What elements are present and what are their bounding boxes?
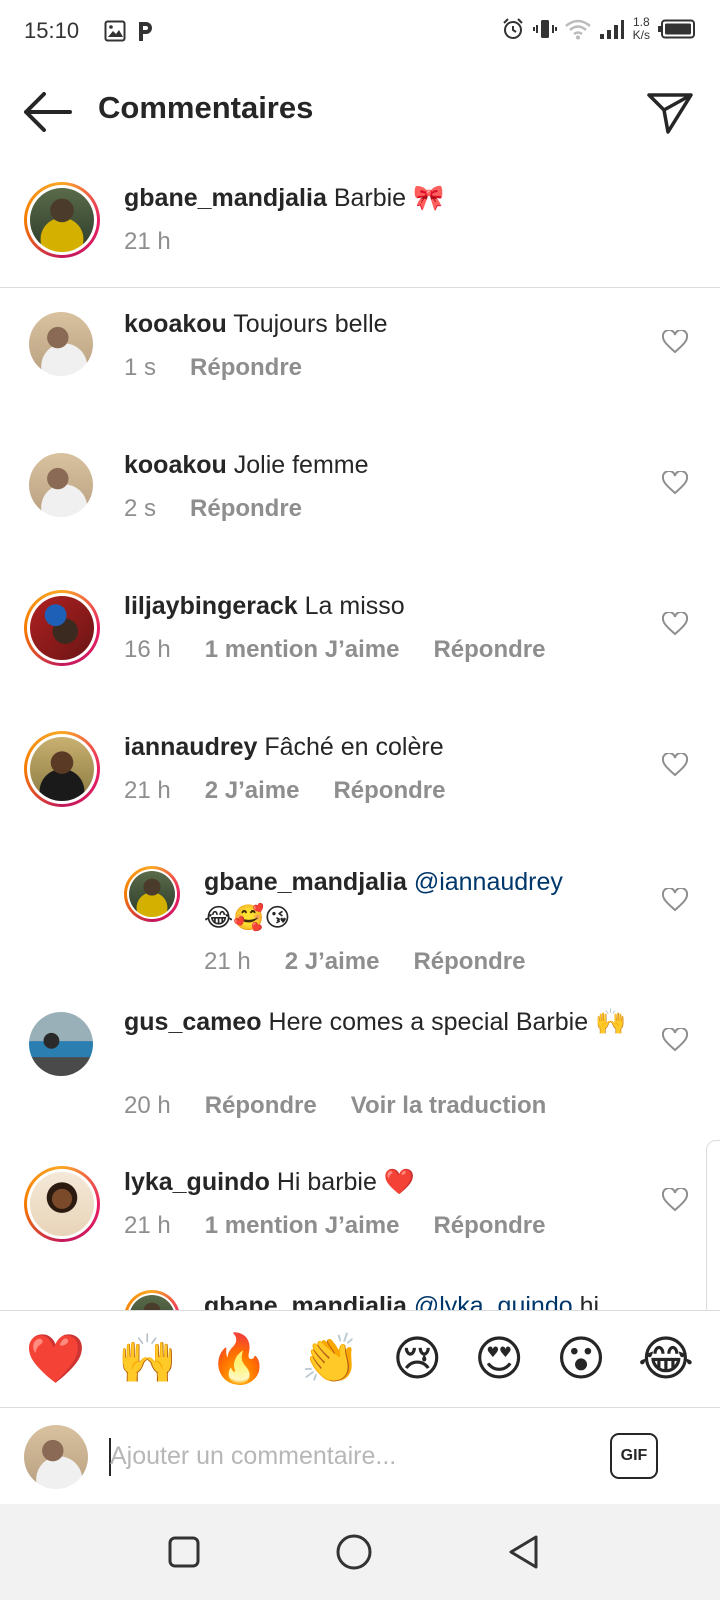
page-title: Commentaires bbox=[98, 90, 314, 125]
comment-username[interactable]: kooakou bbox=[124, 451, 227, 479]
arrow-left-icon[interactable] bbox=[22, 90, 74, 134]
reply-button[interactable]: Répondre bbox=[190, 495, 302, 523]
comment-text: Jolie femme bbox=[233, 451, 369, 479]
image-icon bbox=[104, 20, 126, 42]
emoji-fire-button[interactable]: 🔥 bbox=[209, 1335, 269, 1383]
avatar[interactable] bbox=[24, 731, 100, 807]
emoji-heart-eyes-button[interactable]: 😍 bbox=[474, 1335, 524, 1383]
heart-icon[interactable] bbox=[662, 471, 688, 495]
comment-time: 21 h bbox=[124, 1212, 171, 1239]
comment-text: Hi barbie ❤️ bbox=[276, 1168, 415, 1196]
comment-time: 21 h bbox=[124, 777, 171, 804]
caption-username[interactable]: gbane_mandjalia bbox=[124, 184, 327, 212]
avatar-image bbox=[30, 188, 94, 252]
p-app-icon bbox=[139, 22, 152, 41]
emoji-surprised-button[interactable]: 😮 bbox=[556, 1335, 606, 1383]
comment-time: 21 h bbox=[204, 948, 251, 975]
comment-text: hi bbox=[579, 1292, 600, 1310]
comment-username[interactable]: lyka_guindo bbox=[124, 1168, 270, 1196]
emoji-clap-button[interactable]: 👏 bbox=[301, 1335, 361, 1383]
heart-icon[interactable] bbox=[662, 612, 688, 636]
translate-button[interactable]: Voir la traduction bbox=[351, 1092, 547, 1120]
heart-icon[interactable] bbox=[662, 888, 688, 912]
reply-item: gbane_mandjalia @lyka_guindo hi bbox=[0, 1290, 720, 1310]
emoji-crying-button[interactable]: 😢 bbox=[392, 1335, 442, 1383]
comment-text: Fâché en colère bbox=[264, 733, 444, 761]
comment-time: 2 s bbox=[124, 495, 157, 522]
comment-username[interactable]: kooakou bbox=[124, 310, 227, 338]
status-bar: 15:10 1.8 K/s bbox=[0, 0, 720, 64]
comment-username[interactable]: gbane_mandjalia bbox=[204, 1292, 407, 1310]
send-icon[interactable] bbox=[646, 90, 694, 136]
avatar[interactable] bbox=[24, 1166, 100, 1242]
heart-icon[interactable] bbox=[662, 1028, 688, 1052]
avatar bbox=[24, 1425, 88, 1489]
emoji-raised-hands-button[interactable]: 🙌 bbox=[118, 1335, 178, 1383]
alarm-icon bbox=[502, 18, 523, 39]
avatar[interactable] bbox=[29, 453, 93, 517]
comment-text: 😂🥰😘 bbox=[204, 903, 291, 932]
avatar[interactable] bbox=[24, 590, 100, 666]
comment-text: La misso bbox=[304, 592, 405, 620]
likes-count[interactable]: 2 J’aime bbox=[285, 948, 380, 976]
avatar-image bbox=[30, 596, 94, 660]
emoji-reaction-bar: ❤️ 🙌 🔥 👏 😢 😍 😮 😂 bbox=[0, 1310, 720, 1408]
home-icon[interactable] bbox=[334, 1532, 374, 1572]
comment-text: Here comes a special Barbie 🙌 bbox=[268, 1008, 627, 1036]
comment-username[interactable]: gbane_mandjalia bbox=[204, 868, 407, 896]
comment-username[interactable]: iannaudrey bbox=[124, 733, 257, 761]
avatar[interactable] bbox=[24, 182, 100, 258]
comment-text: Toujours belle bbox=[233, 310, 388, 338]
reply-button[interactable]: Répondre bbox=[433, 1212, 545, 1240]
wifi-icon bbox=[564, 19, 591, 40]
likes-count[interactable]: 1 mention J’aime bbox=[205, 636, 400, 664]
vibrate-icon bbox=[532, 20, 557, 38]
recent-apps-icon[interactable] bbox=[164, 1532, 204, 1572]
avatar-image bbox=[30, 737, 94, 801]
header: Commentaires bbox=[0, 72, 720, 152]
avatar-image bbox=[30, 1172, 94, 1236]
post-caption: gbane_mandjalia Barbie 🎀 21 h bbox=[0, 170, 720, 288]
avatar[interactable] bbox=[29, 1012, 93, 1076]
avatar[interactable] bbox=[29, 312, 93, 376]
avatar[interactable] bbox=[124, 1290, 180, 1310]
likes-count[interactable]: 2 J’aime bbox=[205, 777, 300, 805]
mention-link[interactable]: @iannaudrey bbox=[414, 868, 563, 896]
comment-username[interactable]: liljaybingerack bbox=[124, 592, 298, 620]
avatar[interactable] bbox=[124, 866, 180, 922]
caption-time: 21 h bbox=[124, 228, 171, 255]
reply-button[interactable]: Répondre bbox=[190, 354, 302, 382]
comment-composer: GIF bbox=[0, 1408, 720, 1504]
gif-button[interactable]: GIF bbox=[610, 1433, 658, 1479]
reply-button[interactable]: Répondre bbox=[413, 948, 525, 976]
likes-count[interactable]: 1 mention J’aime bbox=[205, 1212, 400, 1240]
system-nav-bar bbox=[0, 1504, 720, 1600]
heart-icon[interactable] bbox=[662, 753, 688, 777]
comment-time: 20 h bbox=[124, 1092, 171, 1119]
avatar-image bbox=[129, 1295, 175, 1310]
comment-time: 16 h bbox=[124, 636, 171, 663]
mention-link[interactable]: @lyka_guindo bbox=[414, 1292, 573, 1310]
back-triangle-icon[interactable] bbox=[504, 1532, 544, 1572]
battery-icon bbox=[658, 19, 695, 39]
emoji-heart-button[interactable]: ❤️ bbox=[26, 1335, 86, 1383]
net-speed: 1.8 K/s bbox=[632, 15, 650, 42]
comment-time: 1 s bbox=[124, 354, 157, 381]
reply-button[interactable]: Répondre bbox=[205, 1092, 317, 1120]
signal-icon bbox=[599, 20, 624, 39]
emoji-laughing-button[interactable]: 😂 bbox=[638, 1335, 694, 1383]
caption-text: Barbie 🎀 bbox=[333, 184, 445, 212]
comment-input[interactable] bbox=[110, 1430, 580, 1482]
reply-button[interactable]: Répondre bbox=[333, 777, 445, 805]
heart-icon[interactable] bbox=[662, 1188, 688, 1212]
avatar-image bbox=[129, 871, 175, 917]
comment-username[interactable]: gus_cameo bbox=[124, 1008, 262, 1036]
reply-button[interactable]: Répondre bbox=[433, 636, 545, 664]
status-time: 15:10 bbox=[24, 18, 80, 43]
heart-icon[interactable] bbox=[662, 330, 688, 354]
